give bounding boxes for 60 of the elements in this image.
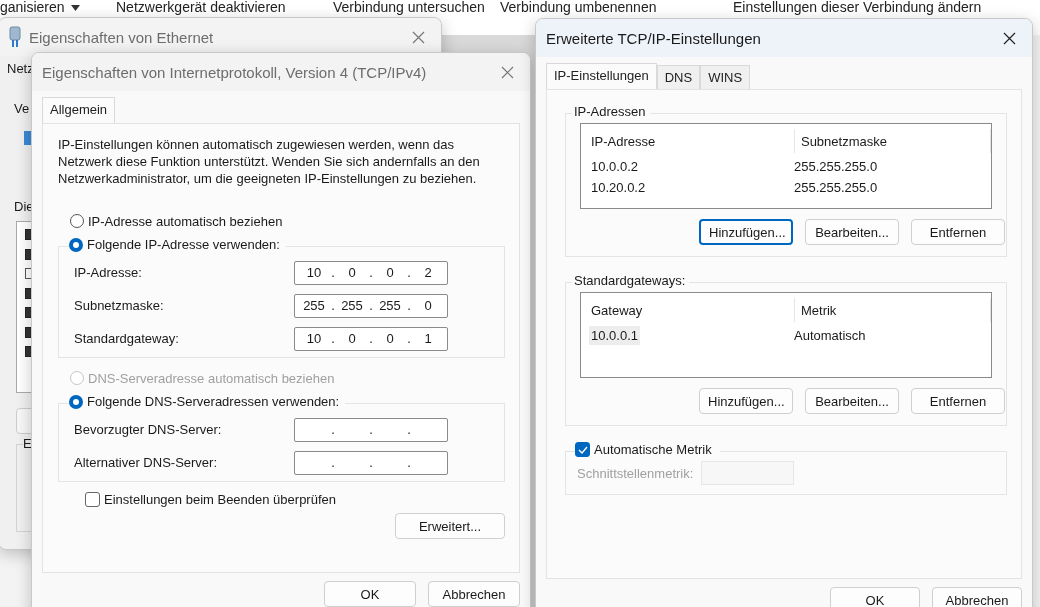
checkbox-label[interactable]: Einstellungen beim Beenden überprüfen (104, 492, 336, 507)
command-button[interactable]: Netzwerkgerät deaktivieren (116, 0, 286, 15)
checkbox[interactable] (85, 492, 100, 507)
table-cell-text: 255.255.255.0 (793, 158, 879, 176)
list-button[interactable]: Entfernen (911, 219, 1005, 245)
window-title: Eigenschaften von Internetprotokoll, Version 4 (TCP/IPv4) (42, 63, 428, 81)
command-button[interactable]: Verbindung umbenennen (500, 0, 657, 15)
list-button[interactable]: Hinzufügen... (699, 219, 793, 245)
field-label: Bevorzugter DNS-Server: (74, 422, 223, 437)
radio-button[interactable] (70, 214, 84, 228)
tab[interactable]: DNS (656, 65, 701, 89)
column-header[interactable]: IP-Adresse (589, 129, 795, 153)
advanced-button[interactable]: Erweitert... (395, 513, 505, 539)
column-header[interactable]: Metrik (794, 298, 991, 322)
ip-address-field[interactable]: . . . (294, 417, 448, 442)
tab[interactable]: Allgemein (42, 97, 116, 123)
dialog-button[interactable]: OK (830, 587, 920, 607)
group-label: E (23, 436, 32, 451)
window-title: Eigenschaften von Ethernet (29, 28, 215, 46)
list-view[interactable]: Gateway Metrik 10.0.0.1 Automatisch (580, 292, 992, 378)
field-label: Alternativer DNS-Server: (74, 455, 219, 470)
radio-button[interactable] (69, 237, 83, 252)
field-label: Subnetzmaske: (74, 298, 165, 313)
ip-address-field[interactable]: 10 . 0 . 0 . 1 (294, 326, 448, 351)
close-icon[interactable] (1002, 31, 1016, 45)
column-header[interactable]: Gateway (589, 298, 795, 322)
table-cell-text: 255.255.255.0 (793, 179, 879, 197)
table-cell: 10.0.0.1 (589, 326, 640, 345)
window-title: Erweiterte TCP/IP-Einstellungen (546, 29, 762, 47)
tab[interactable]: WINS (700, 65, 751, 89)
ip-address-field[interactable]: 255 . 255 . 255 . 0 (294, 293, 448, 318)
radio-button[interactable] (69, 394, 83, 409)
list-button[interactable]: Entfernen (911, 388, 1005, 414)
description-text: IP-Einstellungen können automatisch zugewiesen werden, wenn das Netzwerk diese Funktion unterstützt. Wenden Sie sich andernfalls an den Netzwerkadministrator, um die geeigneten IP-Einstellungen zu beziehen. (58, 136, 481, 187)
dialog-button[interactable]: OK (324, 581, 416, 607)
table-cell-text: 10.20.0.2 (590, 179, 647, 197)
label: Ve (14, 101, 30, 116)
list-button[interactable]: Bearbeiten... (805, 388, 899, 414)
list-view[interactable]: IP-Adresse Subnetzmaske 10.0.0.2 255.255.255.0 10.20.0.2 255.255.255.0 (580, 123, 992, 209)
field-label: Schnittstellenmetrik: (577, 465, 694, 481)
field-label: Standardgateway: (74, 331, 180, 346)
table-cell-text: Automatisch (793, 327, 867, 345)
dialog-button[interactable]: Abbrechen (428, 581, 520, 607)
group-label: Standardgateways: (572, 273, 690, 288)
command-button[interactable]: ganisieren (0, 0, 80, 15)
table-cell-text: 10.0.0.2 (590, 158, 639, 176)
dialog-button[interactable]: Abbrechen (932, 587, 1022, 607)
ip-address-field[interactable]: . . . (294, 450, 448, 475)
radio-label[interactable]: IP-Adresse automatisch beziehen (88, 213, 283, 229)
list-button[interactable]: Bearbeiten... (805, 219, 899, 245)
field-label: IP-Adresse: (74, 265, 143, 280)
list-button[interactable]: Hinzufügen... (699, 388, 793, 414)
network-adapter-icon (9, 26, 21, 48)
ip-address-field[interactable]: 10 . 0 . 0 . 2 (294, 260, 448, 285)
group-label: IP-Adressen (572, 104, 650, 119)
command-button[interactable]: Verbindung untersuchen (333, 0, 485, 15)
command-button[interactable]: Einstellungen dieser Verbindung ändern (733, 0, 982, 15)
column-header[interactable]: Subnetzmaske (794, 129, 991, 153)
tab[interactable]: IP-Einstellungen (546, 63, 657, 89)
checkbox[interactable] (575, 442, 590, 457)
